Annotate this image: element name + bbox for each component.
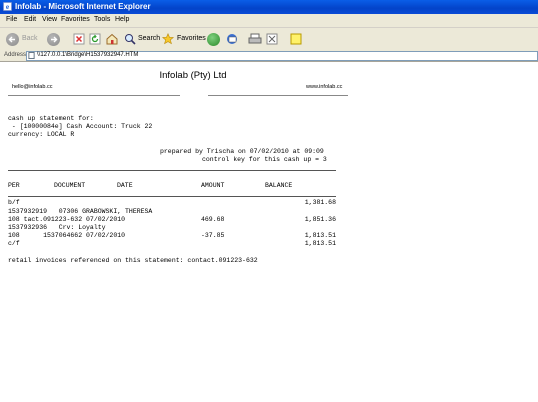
company-website: www.infolab.cc: [306, 84, 343, 90]
prepared-line: prepared by Trischa on 07/02/2010 at 09:…: [160, 148, 324, 155]
row-customer: 1537932919 07306 GRABOWSKI, THERESA: [8, 208, 153, 215]
menu-file[interactable]: File: [6, 16, 17, 23]
back-label: Back: [22, 35, 38, 42]
menu-view[interactable]: View: [42, 16, 57, 23]
title-bar: e Infolab - Microsoft Internet Explorer: [0, 0, 538, 14]
row-crv: 1537932936 Crv: Loyalty: [8, 224, 106, 231]
menu-edit[interactable]: Edit: [24, 16, 36, 23]
media-icon: [207, 33, 220, 46]
address-label: Address: [4, 52, 27, 58]
col-amount: AMOUNT: [201, 182, 225, 189]
refresh-button[interactable]: [89, 31, 101, 47]
row-loyalty-balance: 1,813.51: [304, 232, 336, 239]
printer-icon: [248, 33, 262, 44]
col-per: PER: [8, 182, 20, 189]
search-icon: [125, 34, 136, 45]
forward-button[interactable]: [45, 31, 71, 47]
edit-button[interactable]: [266, 31, 282, 47]
toolbar: Back Search Favorites: [0, 28, 538, 51]
back-button[interactable]: Back: [4, 31, 42, 47]
svg-text:e: e: [6, 3, 9, 11]
header-divider-left: [8, 95, 180, 96]
menu-bar: File Edit View Favorites Tools Help: [0, 14, 538, 28]
statement-heading: cash up statement for:: [8, 115, 94, 122]
edit-page-icon: [266, 33, 278, 45]
menu-favorites[interactable]: Favorites: [61, 16, 90, 23]
back-arrow-icon: [6, 33, 19, 46]
messenger-button[interactable]: [290, 31, 302, 47]
search-label: Search: [138, 35, 161, 42]
col-balance: BALANCE: [265, 182, 293, 189]
menu-tools[interactable]: Tools: [94, 16, 110, 23]
menu-help[interactable]: Help: [115, 16, 129, 23]
row-invoice: 108 tact.091223-632 07/02/2010: [8, 216, 126, 223]
row-bf-label: b/f: [8, 199, 20, 206]
table-top-rule: [8, 170, 336, 171]
address-input[interactable]: \\127.0.0.1\Bridge\H1537932947.HTM: [26, 51, 538, 61]
row-invoice-amount: 469.68: [201, 216, 225, 223]
media-button[interactable]: [207, 31, 221, 47]
row-cf-label: c/f: [8, 240, 20, 247]
home-icon: [106, 33, 118, 45]
col-date: DATE: [117, 182, 133, 189]
stop-icon: [73, 33, 85, 45]
refresh-icon: [89, 33, 101, 45]
footer-invoices: retail invoices referenced on this state…: [8, 257, 258, 264]
home-button[interactable]: [105, 31, 119, 47]
company-email: hello@infolab.cc: [12, 84, 53, 90]
header-divider-right: [208, 95, 348, 96]
window-title: Infolab - Microsoft Internet Explorer: [15, 2, 151, 11]
account-line: - [10000084e] Cash Account: Truck 22: [8, 123, 153, 130]
internet-explorer-icon: e: [3, 2, 12, 11]
row-bf-balance: 1,381.68: [304, 199, 336, 206]
print-button[interactable]: [248, 31, 262, 47]
star-icon: [162, 33, 174, 45]
stop-button[interactable]: [73, 31, 85, 47]
control-key-line: control key for this cash up = 3: [202, 156, 327, 163]
mail-icon: [227, 34, 237, 44]
row-cf-balance: 1,813.51: [304, 240, 336, 247]
page-icon: [28, 52, 35, 59]
col-document: DOCUMENT: [54, 182, 86, 189]
note-icon: [290, 33, 302, 45]
row-invoice-balance: 1,851.36: [304, 216, 336, 223]
page-content: Infolab (Pty) Ltd hello@infolab.cc www.i…: [0, 62, 538, 402]
search-button[interactable]: Search: [124, 31, 160, 47]
row-loyalty-amount: -37.85: [201, 232, 225, 239]
company-name: Infolab (Pty) Ltd: [159, 70, 227, 81]
mail-button[interactable]: [226, 31, 246, 47]
favorites-button[interactable]: Favorites: [162, 31, 206, 47]
forward-arrow-icon: [47, 33, 60, 46]
currency-line: currency: LOCAL R: [8, 131, 75, 138]
address-url: \\127.0.0.1\Bridge\H1537932947.HTM: [37, 52, 139, 58]
table-header-rule: [8, 196, 336, 197]
favorites-label: Favorites: [177, 35, 206, 42]
row-loyalty: 108 1537064662 07/02/2010: [8, 232, 126, 239]
address-bar: Address \\127.0.0.1\Bridge\H1537932947.H…: [0, 50, 538, 62]
